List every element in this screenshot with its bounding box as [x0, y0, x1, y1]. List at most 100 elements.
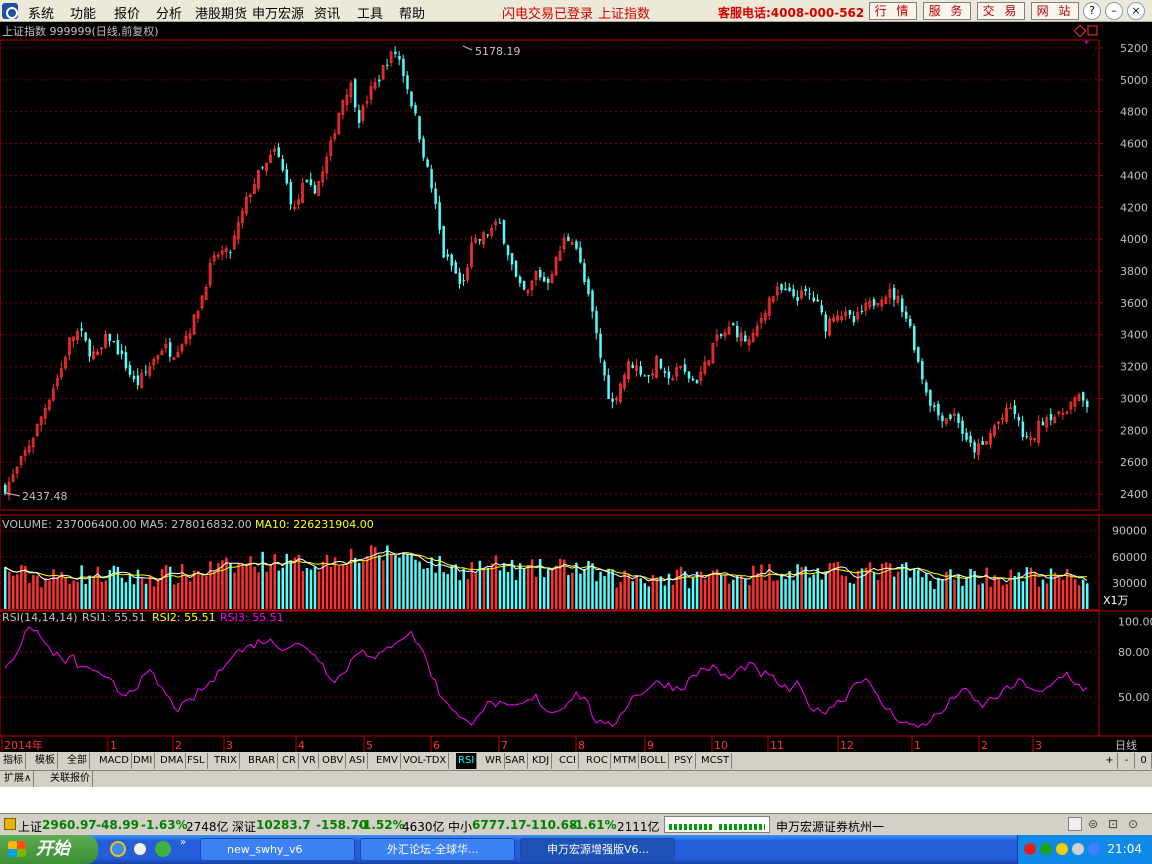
signal-icon[interactable]: ⊜	[1088, 817, 1102, 831]
candle-body	[108, 333, 112, 342]
help-icon[interactable]: ?	[1083, 2, 1101, 20]
volume-bar	[394, 555, 397, 609]
candle-body	[583, 263, 586, 283]
volume-bar	[176, 583, 180, 609]
candle-body	[1021, 421, 1025, 437]
settings-icon[interactable]: ⊙	[1128, 817, 1142, 831]
tab-模板[interactable]: 模板	[33, 753, 58, 769]
tab-mtm[interactable]: MTM	[611, 753, 640, 769]
volume-bar	[635, 575, 638, 609]
menu-analysis[interactable]: 分析	[156, 3, 182, 22]
candle-body	[398, 56, 401, 60]
tab-extend[interactable]: 扩展∧	[2, 771, 35, 787]
tab-obv[interactable]: OBV	[320, 753, 347, 769]
volume-bar	[828, 563, 832, 609]
tab-sar[interactable]: SAR	[503, 753, 529, 769]
candle-body	[736, 325, 739, 338]
menu-swhy[interactable]: 申万宏源	[252, 3, 304, 22]
tab-rsi[interactable]: RSI	[456, 753, 478, 769]
menu-help[interactable]: 帮助	[399, 3, 425, 22]
minimize-icon[interactable]: –	[1105, 2, 1123, 20]
start-button[interactable]: 开始	[0, 835, 98, 864]
taskbar-item-swhy[interactable]: 申万宏源增强版V6...	[520, 838, 675, 861]
sz-amount: 4630亿	[402, 820, 445, 834]
calculator-icon[interactable]	[1068, 817, 1082, 831]
volume-bar	[76, 581, 79, 609]
date-label: 5	[366, 739, 373, 752]
tab-指标[interactable]: 指标	[1, 753, 26, 769]
price-tick-label: 5000	[1120, 74, 1148, 87]
tab-roc[interactable]: ROC	[584, 753, 611, 769]
candle-body	[804, 288, 807, 292]
tab-dma[interactable]: DMA	[158, 753, 187, 769]
tab-macd[interactable]: MACD	[97, 753, 132, 769]
tab-fsl[interactable]: FSL	[185, 753, 208, 769]
ie-icon[interactable]	[110, 841, 126, 857]
tab-vol-tdx[interactable]: VOL-TDX	[401, 753, 450, 769]
menu-hk-futures[interactable]: 港股期货	[195, 3, 247, 22]
sh-pct: -1.63%	[141, 818, 188, 832]
tab-boll[interactable]: BOLL	[638, 753, 669, 769]
volume-bar	[353, 557, 357, 609]
chart-area[interactable]: 2400 2600 2800 3000 3200 3400 3600 3800 4000 4200…	[0, 22, 1152, 752]
tray-icon-1[interactable]	[1024, 843, 1036, 855]
taskbar-item-folder[interactable]: new_swhy_v6	[200, 838, 355, 861]
tab-asi[interactable]: ASI	[347, 753, 369, 769]
tray-icon-2[interactable]	[1040, 843, 1052, 855]
volume-bar	[611, 569, 614, 609]
website-button[interactable]: 网 站	[1031, 2, 1079, 20]
menu-system[interactable]: 系统	[28, 3, 54, 22]
candle-body	[478, 239, 482, 241]
market-button[interactable]: 行 情	[869, 2, 917, 20]
candle-body	[547, 278, 550, 283]
period-label[interactable]: 日线	[1115, 738, 1137, 752]
tab-psy[interactable]: PSY	[672, 753, 696, 769]
tab-zoom-1[interactable]: -	[1119, 753, 1135, 769]
service-button[interactable]: 服 务	[923, 2, 971, 20]
tab-wr[interactable]: WR	[483, 753, 505, 769]
volume-bar	[534, 576, 538, 609]
tab-emv[interactable]: EMV	[374, 753, 401, 769]
tab-zoom-0[interactable]: +	[1102, 753, 1118, 769]
browser-icon[interactable]	[132, 841, 148, 857]
volume-bar	[301, 570, 305, 609]
candle-body	[904, 311, 908, 319]
volume-tick-label: 90000	[1112, 525, 1147, 538]
tab-cr[interactable]: CR	[280, 753, 299, 769]
trade-button[interactable]: 交 易	[977, 2, 1025, 20]
tray-icon-4[interactable]	[1072, 843, 1084, 855]
tab-trix[interactable]: TRIX	[212, 753, 240, 769]
lock-icon[interactable]: ⊡	[1108, 817, 1122, 831]
close-icon[interactable]: ×	[1127, 2, 1145, 20]
volume-bar	[16, 574, 19, 609]
tab-zoom-2[interactable]: 0	[1136, 753, 1152, 769]
menu-tools[interactable]: 工具	[357, 3, 383, 22]
candle-body	[285, 169, 289, 184]
tray-icon-5[interactable]	[1088, 843, 1100, 855]
tab-dmi[interactable]: DMI	[131, 753, 156, 769]
tab-related-quote[interactable]: 关联报价	[48, 771, 93, 787]
quicklaunch-expand-icon[interactable]: »	[180, 837, 186, 848]
tab-brar[interactable]: BRAR	[246, 753, 279, 769]
app-icon[interactable]	[155, 841, 171, 857]
volume-bar	[760, 564, 763, 609]
volume-bar	[172, 584, 176, 609]
tab-kdj[interactable]: KDJ	[530, 753, 553, 769]
candle-body	[639, 366, 643, 375]
tab-mcst[interactable]: MCST	[699, 753, 733, 769]
candle-body	[1013, 405, 1017, 415]
tab-vr[interactable]: VR	[300, 753, 319, 769]
volume-bar	[221, 560, 224, 609]
volume-bar	[390, 553, 393, 609]
menu-function[interactable]: 功能	[70, 3, 96, 22]
menu-quote[interactable]: 报价	[114, 3, 140, 22]
candle-body	[1041, 421, 1045, 426]
candle-body	[691, 378, 695, 381]
menu-info[interactable]: 资讯	[314, 3, 340, 22]
taskbar-item-forum[interactable]: 外汇论坛-全球华...	[360, 838, 515, 861]
tray-icon-3[interactable]	[1056, 843, 1068, 855]
status-bar: 上证 2960.97 -48.99 -1.63% 2748亿 深证 10283.…	[0, 813, 1152, 835]
tab-cci[interactable]: CCI	[557, 753, 579, 769]
tab-全部[interactable]: 全部	[65, 753, 90, 769]
volume-bar	[414, 559, 417, 609]
